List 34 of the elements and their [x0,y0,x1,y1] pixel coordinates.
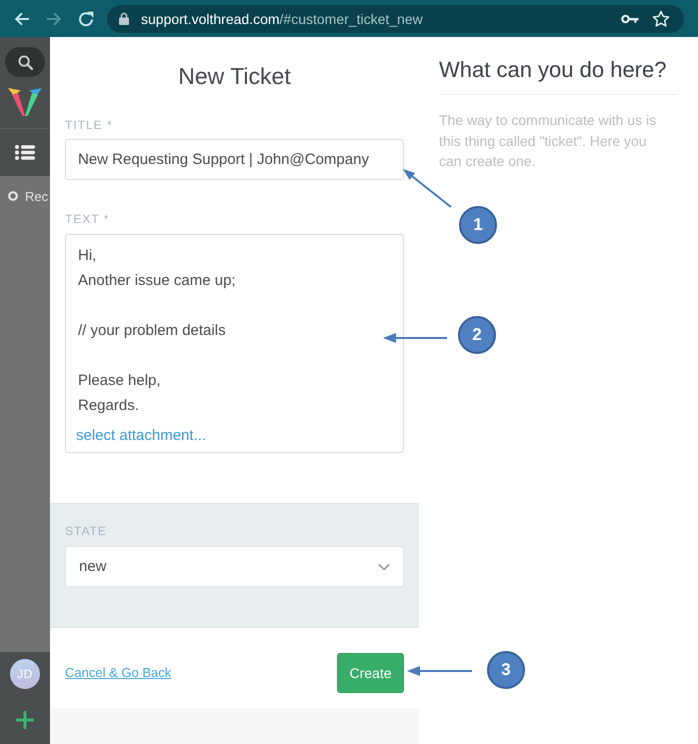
create-button[interactable]: Create [337,652,404,692]
chevron-down-icon [378,562,390,570]
lock-icon [119,12,129,25]
list-icon[interactable] [15,145,35,160]
field-label: STATE [65,524,108,538]
help-text: The way to communicate with us is this thing called "ticket". Here you can create one. [439,111,658,171]
field-label: TEXT * [65,212,110,226]
message-text: Hi, Another issue came up; // your problem details Please help, Regards. [78,246,237,416]
form-title: New Ticket [177,63,292,89]
cancel-link[interactable]: Cancel & Go Back [65,665,172,680]
title-field[interactable]: New Requesting Support | John@Company [65,139,404,180]
search-button[interactable] [5,47,45,77]
back-arrow-icon[interactable] [14,10,30,26]
attachment-link[interactable]: select attachment... [76,426,206,446]
address-bar[interactable]: support.volthread.com/#customer_ticket_new [107,4,684,32]
ring-icon [8,191,18,201]
step-marker: 3 [487,651,525,689]
help-heading: What can you do here? [439,57,668,83]
key-icon[interactable] [621,14,639,24]
pointer-arrow [383,333,447,343]
search-icon [18,54,32,70]
step-marker: 1 [459,206,497,244]
state-select[interactable]: new [65,546,404,587]
star-icon[interactable] [652,10,670,28]
step-marker: 2 [458,316,496,354]
text-field[interactable]: Hi, Another issue came up; // your problem details Please help, Regards. select attachment... [65,234,404,453]
pointer-arrow [403,169,452,208]
url-text: support.volthread.com/#customer_ticket_new [141,10,423,26]
logo-icon[interactable] [8,88,42,116]
plus-icon[interactable] [16,711,34,729]
pointer-arrow [407,666,472,676]
field-label: TITLE * [65,118,114,132]
nav-item[interactable]: Rec [0,188,50,204]
reload-icon[interactable] [78,10,94,26]
